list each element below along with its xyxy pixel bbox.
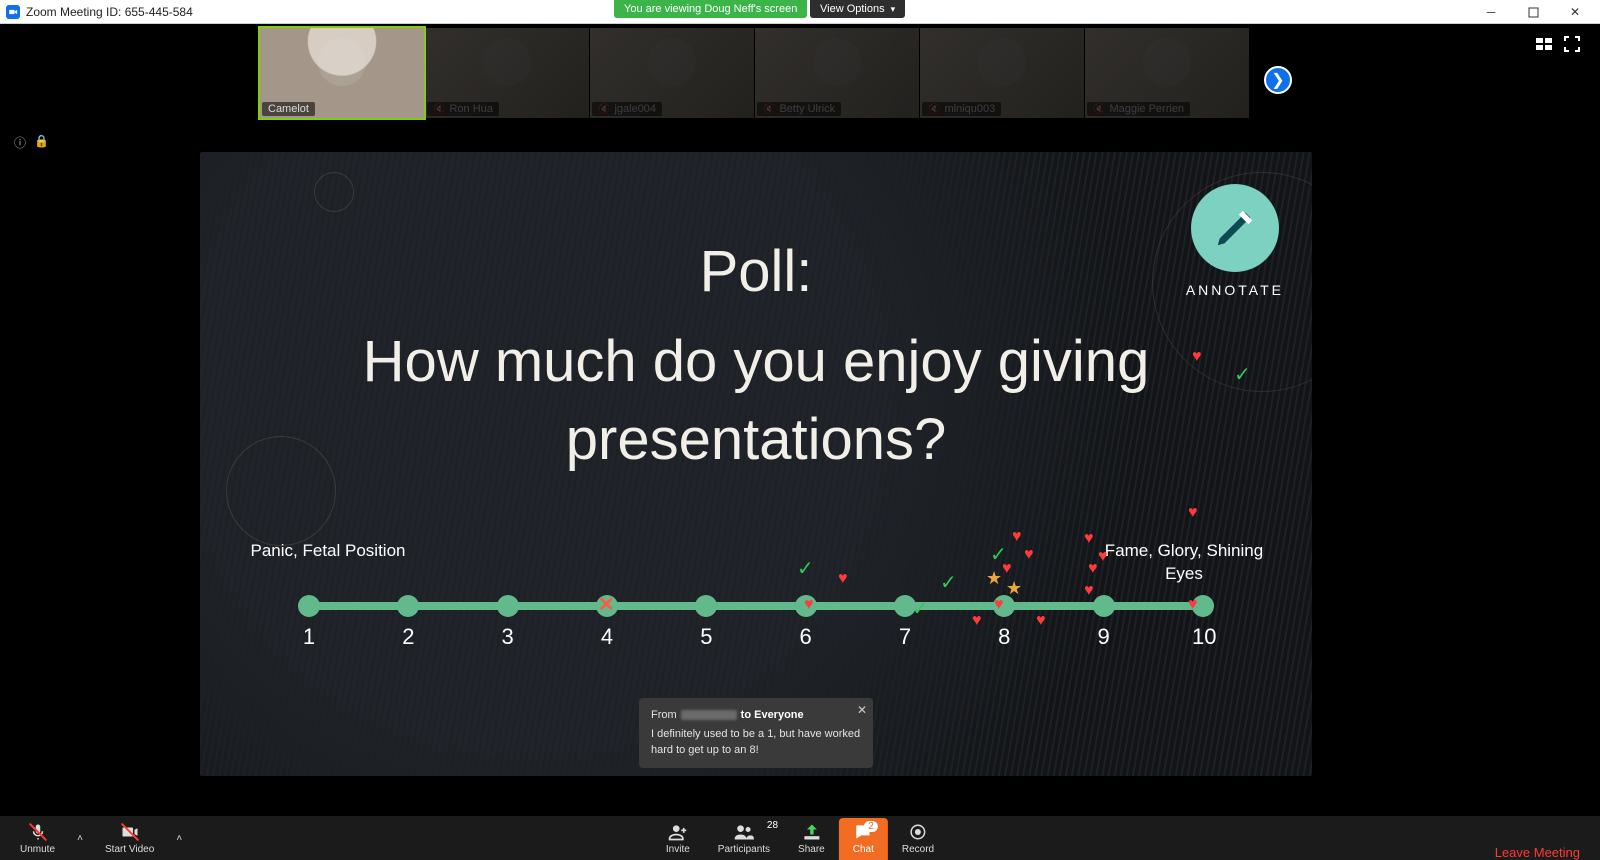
participants-icon <box>732 822 756 842</box>
mic-off-icon: 🔇 <box>598 104 610 115</box>
meeting-id-label: Zoom Meeting ID: 655-445-584 <box>26 5 193 19</box>
star-stamp-icon: ★ <box>986 568 1002 589</box>
window-titlebar: Zoom Meeting ID: 655-445-584 You are vie… <box>0 0 1600 24</box>
slide-question: How much do you enjoy giving presentatio… <box>200 323 1312 480</box>
lock-icon: 🔒 <box>34 134 49 148</box>
camera-off-icon <box>120 822 140 842</box>
info-icon[interactable]: ⓘ <box>14 134 26 151</box>
heart-stamp-icon: ♥ <box>1188 596 1198 614</box>
redacted-name <box>681 710 737 720</box>
window-maximize-button[interactable] <box>1512 0 1554 24</box>
window-close-button[interactable]: ✕ <box>1554 0 1596 24</box>
heart-stamp-icon: ♥ <box>1002 560 1012 578</box>
heart-stamp-icon: ♥ <box>1188 504 1198 522</box>
avatar <box>318 38 366 86</box>
record-icon <box>909 822 927 842</box>
chevron-down-icon: ▾ <box>891 4 896 15</box>
check-stamp-icon: ✓ <box>940 570 957 595</box>
mic-off-icon: 🔇 <box>928 104 940 115</box>
unmute-button[interactable]: Unmute <box>6 818 69 860</box>
heart-stamp-icon: ♥ <box>1024 546 1034 564</box>
participant-tile[interactable]: 🔇jgale004 <box>590 28 754 118</box>
participant-strip: Camelot 🔇Ron Hua 🔇jgale004 🔇Betty Ulrick… <box>260 28 1250 118</box>
slide-title: Poll: <box>200 238 1312 305</box>
view-options-button[interactable]: View Options ▾ <box>810 0 905 18</box>
shared-screen: ANNOTATE Poll: How much do you enjoy giv… <box>200 152 1312 776</box>
mic-off-icon: 🔇 <box>763 104 775 115</box>
participants-count: 28 <box>767 820 778 831</box>
pencil-icon <box>1191 184 1279 272</box>
screen-share-banner: You are viewing Doug Neff's screen <box>614 0 807 18</box>
participant-tile[interactable]: 🔇mlniqu003 <box>920 28 1084 118</box>
audio-options-caret[interactable]: ˄ <box>71 816 89 860</box>
meeting-toolbar: Unmute ˄ Start Video ˄ Invite 28 Partici… <box>0 816 1600 860</box>
chat-toast-from: Fromto Everyone <box>651 708 861 723</box>
decorative-circle <box>226 436 336 546</box>
heart-stamp-icon: ♥ <box>1036 612 1046 630</box>
mic-off-icon: 🔇 <box>433 104 445 115</box>
check-stamp-icon: ✓ <box>1234 362 1251 387</box>
gallery-layout-icon[interactable] <box>1536 36 1552 57</box>
heart-stamp-icon: ♥ <box>1012 528 1022 546</box>
heart-stamp-icon: ♥ <box>838 570 848 588</box>
heart-stamp-icon: ♥ <box>994 596 1004 614</box>
decorative-circle <box>314 172 354 212</box>
video-options-caret[interactable]: ˄ <box>170 816 188 860</box>
share-button[interactable]: Share <box>784 818 839 860</box>
microphone-off-icon <box>29 822 47 842</box>
scale-right-label: Fame, Glory, Shining Eyes <box>1104 540 1264 586</box>
record-button[interactable]: Record <box>888 818 948 860</box>
start-video-button[interactable]: Start Video <box>91 818 168 860</box>
invite-icon <box>667 822 689 842</box>
heart-stamp-icon: ♥ <box>1098 548 1108 566</box>
participant-tile[interactable]: Camelot <box>260 28 424 118</box>
star-stamp-icon: ★ <box>1006 578 1022 599</box>
heart-stamp-icon: ♥ <box>972 612 982 630</box>
heart-stamp-icon: ♥ <box>1192 348 1202 366</box>
invite-button[interactable]: Invite <box>652 818 704 860</box>
participant-tile[interactable]: 🔇Ron Hua <box>425 28 589 118</box>
fullscreen-icon[interactable] <box>1564 36 1580 57</box>
check-stamp-icon: ✓ <box>912 596 929 621</box>
share-icon <box>801 822 821 842</box>
meeting-stage: ⓘ 🔒 Camelot 🔇Ron Hua 🔇jgale004 🔇Betty Ul… <box>0 24 1600 816</box>
scale-left-label: Panic, Fetal Position <box>248 540 408 586</box>
close-icon[interactable]: ✕ <box>857 702 867 719</box>
heart-stamp-icon: ♥ <box>1084 530 1094 548</box>
heart-stamp-icon: ♥ <box>1084 582 1094 600</box>
leave-meeting-button[interactable]: Leave Meeting <box>1485 845 1590 860</box>
participant-tile[interactable]: 🔇Betty Ulrick <box>755 28 919 118</box>
window-minimize-button[interactable]: ─ <box>1470 0 1512 24</box>
participant-name: Camelot <box>262 102 315 116</box>
chat-unread-badge: 2 <box>864 821 878 832</box>
poll-scale: 123 456 789 10 <box>298 602 1214 610</box>
scale-numbers: 123 456 789 10 <box>298 624 1214 650</box>
heart-stamp-icon: ♥ <box>1088 560 1098 578</box>
participant-tile[interactable]: 🔇Maggie Perrien <box>1085 28 1249 118</box>
chat-toast-body: I definitely used to be a 1, but have wo… <box>651 727 861 758</box>
zoom-logo-icon <box>6 5 20 19</box>
next-participants-button[interactable]: ❯ <box>1264 66 1292 94</box>
mic-off-icon: 🔇 <box>1093 104 1105 115</box>
heart-stamp-icon: ♥ <box>804 596 814 614</box>
check-stamp-icon: ✓ <box>797 556 814 581</box>
chat-button[interactable]: 2 Chat <box>839 818 888 860</box>
x-stamp-icon: ✕ <box>598 592 615 617</box>
chat-toast[interactable]: ✕ Fromto Everyone I definitely used to b… <box>639 698 873 768</box>
annotate-badge[interactable]: ANNOTATE <box>1186 184 1284 298</box>
participants-button[interactable]: 28 Participants <box>704 818 784 860</box>
